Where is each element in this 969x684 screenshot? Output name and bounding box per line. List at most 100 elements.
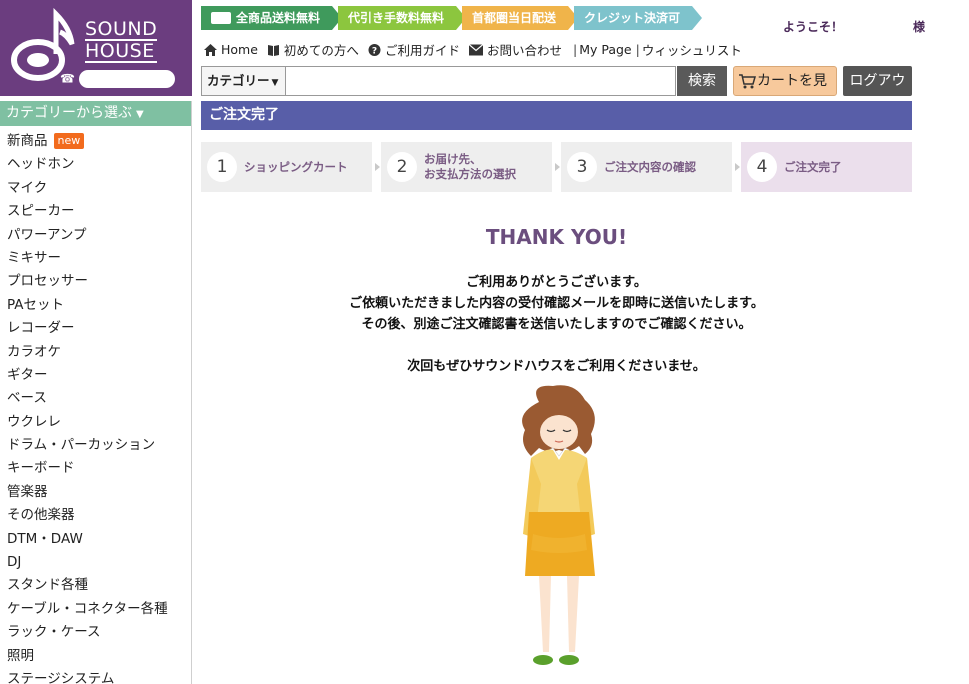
mypage-link-label: My Page [579, 42, 632, 57]
welcome-prefix: ようこそ！ [783, 20, 844, 34]
divider: | [572, 42, 578, 57]
badge-label: 代引き手数料無料 [348, 11, 445, 25]
sidebar-item-dj[interactable]: DJ [0, 551, 191, 574]
first-time-link-label: 初めての方へ [283, 43, 359, 58]
badge-same-day: 首都圏当日配送 [462, 6, 579, 30]
home-link-label: Home [221, 42, 258, 57]
sidebar-item-mic[interactable]: マイク [0, 177, 191, 200]
contact-link-label: お問い合わせ [486, 43, 562, 58]
caret-down-icon: ▼ [271, 78, 279, 88]
svg-text:?: ? [372, 46, 377, 56]
phone-number: ☎ [60, 70, 175, 88]
thank-you-heading: THANK YOU! [485, 225, 628, 249]
logo-text: SOUND HOUSE [85, 18, 158, 64]
question-icon: ? [368, 43, 381, 56]
sidebar-item-label: 新商品 [7, 133, 48, 149]
sidebar-item-stands[interactable]: スタンド各種 [0, 574, 191, 597]
logout-button[interactable]: ログアウト [843, 66, 912, 119]
badge-credit: クレジット決済可 [574, 6, 703, 30]
sidebar-item-wind[interactable]: 管楽器 [0, 481, 191, 504]
view-cart-button[interactable]: カートを見る [733, 66, 837, 117]
search-input[interactable] [286, 67, 675, 95]
category-select[interactable]: カテゴリー ▼ [202, 67, 286, 95]
logo-line2: HOUSE [85, 42, 158, 63]
sidebar-item-keyboard[interactable]: キーボード [0, 457, 191, 480]
sidebar-item-pa-set[interactable]: PAセット [0, 294, 191, 317]
cart-icon [739, 74, 756, 89]
badge-label: クレジット決済可 [584, 11, 681, 25]
triangle-down-icon: ▼ [136, 109, 144, 120]
welcome-suffix: 様 [913, 20, 926, 34]
phone-icon: ☎ [60, 71, 75, 86]
new-badge: new [53, 133, 85, 149]
sidebar-item-stage-system[interactable]: ステージシステム [0, 668, 191, 684]
username-redacted [843, 19, 910, 36]
step-number: 2 [387, 152, 417, 182]
step-label: ショッピングカート [244, 159, 348, 174]
top-links: Home 初めての方へ ? ご利用ガイド お問い合わせ | My Page | … [204, 40, 751, 59]
sidebar-item-power-amp[interactable]: パワーアンプ [0, 224, 191, 247]
first-time-link[interactable]: 初めての方へ [267, 40, 359, 59]
step-arrow-icon [735, 163, 740, 171]
step-cart: 1 ショッピングカート [201, 142, 380, 192]
step-arrow-icon [555, 163, 560, 171]
sidebar-item-dtm-daw[interactable]: DTM・DAW [0, 528, 191, 551]
step-arrow-icon [375, 163, 380, 171]
search-button[interactable]: 検索 [677, 66, 727, 96]
book-icon [267, 44, 279, 56]
badge-cod-free: 代引き手数料無料 [338, 6, 467, 30]
step-label: ご注文完了 [784, 159, 842, 174]
step-label: ご注文内容の確認 [604, 159, 696, 174]
sidebar-heading-label: カテゴリーから選ぶ [6, 105, 132, 121]
category-list: 新商品 new ヘッドホン マイク スピーカー パワーアンプ ミキサー プロセッサ… [0, 126, 191, 684]
message-line: ご利用ありがとうございます。 [466, 275, 647, 290]
sidebar-item-new[interactable]: 新商品 new [0, 130, 191, 153]
sidebar-item-mixer[interactable]: ミキサー [0, 247, 191, 270]
site-logo[interactable]: SOUND HOUSE ☎ [0, 0, 192, 96]
wishlist-link[interactable]: ウィッシュリスト [642, 40, 742, 59]
step-number: 4 [747, 152, 777, 182]
message-line: ご依頼いただきました内容の受付確認メールを即時に送信いたします。 [349, 296, 764, 311]
sidebar-item-speaker[interactable]: スピーカー [0, 200, 191, 223]
step-number: 3 [567, 152, 597, 182]
sidebar-item-processor[interactable]: プロセッサー [0, 270, 191, 293]
checkout-steps: 1 ショッピングカート 2 お届け先、 お支払方法の選択 3 ご注文内容の確認 … [201, 142, 912, 192]
sidebar-item-lighting[interactable]: 照明 [0, 645, 191, 668]
search-bar: カテゴリー ▼ [201, 66, 676, 96]
sidebar-item-headphones[interactable]: ヘッドホン [0, 153, 191, 176]
category-select-label: カテゴリー [207, 73, 270, 88]
sidebar-item-karaoke[interactable]: カラオケ [0, 341, 191, 364]
sidebar-item-guitar[interactable]: ギター [0, 364, 191, 387]
mail-icon [468, 43, 483, 55]
step-delivery-payment: 2 お届け先、 お支払方法の選択 [381, 142, 560, 192]
guide-link[interactable]: ? ご利用ガイド [368, 40, 460, 59]
page-title: ご注文完了 [201, 101, 912, 130]
sidebar-item-recorder[interactable]: レコーダー [0, 317, 191, 340]
badge-label: 全商品送料無料 [236, 11, 321, 25]
bowing-staff-illustration [522, 385, 595, 665]
contact-link[interactable]: お問い合わせ [468, 40, 562, 59]
step-number: 1 [207, 152, 237, 182]
page: SOUND HOUSE ☎ 全商品送料無料 代引き手数料無料 首都圏当日配送 ク… [0, 0, 969, 684]
badge-label: 首都圏当日配送 [472, 11, 557, 25]
welcome-message: ようこそ！ 様 [783, 18, 925, 36]
badge-free-shipping: 全商品送料無料 [201, 6, 343, 30]
mypage-link[interactable]: My Page [579, 42, 631, 57]
sidebar-item-other-instruments[interactable]: その他楽器 [0, 504, 191, 527]
wishlist-link-label: ウィッシュリスト [641, 43, 742, 58]
home-icon [204, 43, 217, 56]
divider: | [635, 42, 640, 57]
step-complete-active: 4 ご注文完了 [741, 142, 912, 192]
sidebar-item-ukulele[interactable]: ウクレレ [0, 411, 191, 434]
sidebar-item-cables[interactable]: ケーブル・コネクター各種 [0, 598, 191, 621]
sidebar-heading[interactable]: カテゴリーから選ぶ ▼ [0, 101, 191, 126]
step-confirm: 3 ご注文内容の確認 [561, 142, 740, 192]
phone-redacted [78, 70, 175, 88]
sidebar-item-rack-case[interactable]: ラック・ケース [0, 621, 191, 644]
home-link[interactable]: Home [204, 42, 258, 57]
message-line: その後、別途ご注文確認書を送信いたしますのでご確認ください。 [361, 317, 752, 332]
confirmation-message: ご利用ありがとうございます。 ご依頼いただきました内容の受付確認メールを即時に送… [201, 272, 912, 335]
logo-line1: SOUND [85, 18, 158, 41]
sidebar-item-drums[interactable]: ドラム・パーカッション [0, 434, 191, 457]
sidebar-item-bass[interactable]: ベース [0, 387, 191, 410]
